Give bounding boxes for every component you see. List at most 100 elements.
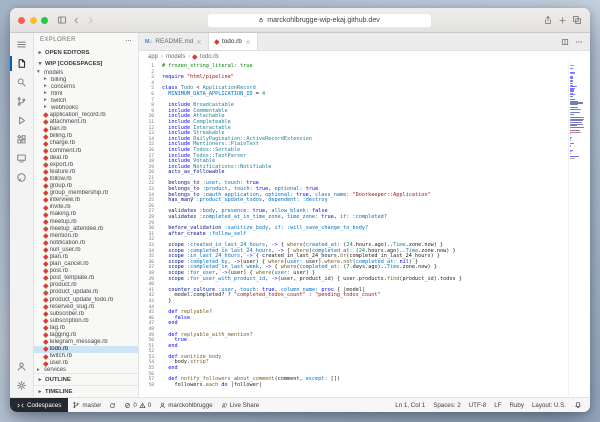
- forward-icon[interactable]: [86, 16, 95, 25]
- activity-search-button[interactable]: [10, 73, 33, 92]
- editor[interactable]: 1234567891011121314151617181920212223242…: [139, 62, 590, 397]
- tree-item-invite-rb[interactable]: invite.rb: [34, 204, 138, 211]
- tree-item-post-rb[interactable]: post.rb: [34, 268, 138, 275]
- views-more-icon[interactable]: [125, 37, 132, 44]
- tree-item-product-update-todo-rb[interactable]: product_update_todo.rb: [34, 296, 138, 303]
- tree-item-tag-rb[interactable]: tag.rb: [34, 324, 138, 331]
- tree-item-product-rb[interactable]: product.rb: [34, 282, 138, 289]
- tree-item-billing[interactable]: ▸billing: [34, 76, 138, 83]
- tree-item-notification-rb[interactable]: notification.rb: [34, 239, 138, 246]
- chevron-right-icon: ▸: [44, 98, 49, 104]
- tab-bar: M↓README.mdtodo.rb: [139, 33, 590, 51]
- tree-item-twitch[interactable]: ▸twitch: [34, 97, 138, 104]
- activity-extensions-button[interactable]: [10, 130, 33, 149]
- tree-item-webhooks[interactable]: ▸webhooks: [34, 104, 138, 111]
- tree-item-plan-rb[interactable]: plan.rb: [34, 253, 138, 260]
- status-keyboard-layout[interactable]: Layout: U.S.: [528, 402, 570, 409]
- status-cursor-position[interactable]: Ln 1, Col 1: [391, 402, 429, 409]
- tree-item-meetup-rb[interactable]: meetup.rb: [34, 218, 138, 225]
- activity-source-control-button[interactable]: [10, 92, 33, 111]
- activity-remote-explorer-button[interactable]: [10, 149, 33, 168]
- timeline-section[interactable]: ▸ TIMELINE: [34, 385, 138, 397]
- tree-item-feature-rb[interactable]: feature.rb: [34, 168, 138, 175]
- status-eol[interactable]: LF: [490, 402, 505, 409]
- new-tab-icon[interactable]: [558, 16, 567, 25]
- branch-status[interactable]: master: [68, 401, 105, 409]
- activity-github-button[interactable]: [10, 168, 33, 187]
- split-editor-icon[interactable]: [561, 38, 569, 46]
- activity-menu-button[interactable]: [10, 35, 33, 54]
- tree-item-billing-rb[interactable]: billing.rb: [34, 133, 138, 140]
- breadcrumb-item-app[interactable]: app: [148, 54, 158, 60]
- tree-item-comment-rb[interactable]: comment.rb: [34, 147, 138, 154]
- tree-item-group-rb[interactable]: group.rb: [34, 183, 138, 190]
- tree-item-deal-rb[interactable]: deal.rb: [34, 154, 138, 161]
- account-status[interactable]: marckohlbrugge: [155, 402, 216, 409]
- tab-overview-icon[interactable]: [572, 15, 582, 25]
- tree-item-tagging-rb[interactable]: tagging.rb: [34, 331, 138, 338]
- zoom-window-button[interactable]: [41, 17, 48, 24]
- tree-item-product-update-rb[interactable]: product_update.rb: [34, 289, 138, 296]
- close-window-button[interactable]: [18, 17, 25, 24]
- outline-section[interactable]: ▸ OUTLINE: [34, 373, 138, 385]
- notifications-bell[interactable]: [570, 401, 586, 409]
- tree-item-models[interactable]: ▾models: [34, 69, 138, 76]
- breadcrumb-item-todo-rb[interactable]: todo.rb: [200, 54, 219, 60]
- problems-status[interactable]: 0 0: [120, 402, 155, 409]
- tree-item-mention-rb[interactable]: mention.rb: [34, 232, 138, 239]
- tree-item-post-template-rb[interactable]: post_template.rb: [34, 275, 138, 282]
- tree-item-todo-rb[interactable]: todo.rb: [34, 346, 138, 353]
- minimize-window-button[interactable]: [30, 17, 37, 24]
- tree-item-twitch-rb[interactable]: twitch.rb: [34, 353, 138, 360]
- ruby-icon: [215, 39, 220, 44]
- activity-run-debug-button[interactable]: [10, 111, 33, 130]
- tree-item-group-membership-rb[interactable]: group_membership.rb: [34, 190, 138, 197]
- tree-item-telegram-message-rb[interactable]: telegram_message.rb: [34, 339, 138, 346]
- workspace-section[interactable]: ▾ WIP [CODESPACES]: [34, 58, 138, 69]
- live-share-status[interactable]: Live Share: [217, 402, 264, 409]
- tree-item-subscriber-rb[interactable]: subscriber.rb: [34, 310, 138, 317]
- status-encoding[interactable]: UTF-8: [465, 402, 491, 409]
- tree-item-user-rb[interactable]: user.rb: [34, 360, 138, 367]
- activity-explorer-button[interactable]: [10, 54, 33, 73]
- status-language-mode[interactable]: Ruby: [505, 402, 527, 409]
- tree-item-ban-rb[interactable]: ban.rb: [34, 126, 138, 133]
- status-indentation[interactable]: Spaces: 2: [429, 402, 465, 409]
- tree-item-attachment-rb[interactable]: attachment.rb: [34, 119, 138, 126]
- tree-item-application-record-rb[interactable]: application_record.rb: [34, 112, 138, 119]
- ruby-file-icon: [43, 283, 48, 288]
- activity-settings-button[interactable]: [10, 376, 33, 395]
- tab-todo-rb[interactable]: todo.rb: [209, 33, 258, 50]
- editor-more-icon[interactable]: [575, 38, 583, 46]
- minimap-line: [570, 158, 575, 159]
- tree-item-html[interactable]: ▸html: [34, 90, 138, 97]
- tree-item-null-user-rb[interactable]: null_user.rb: [34, 246, 138, 253]
- open-editors-section[interactable]: ▸ OPEN EDITORS: [34, 47, 138, 58]
- code-area[interactable]: # frozen_string_literal: true require "h…: [157, 62, 568, 397]
- sidebar-toggle-icon[interactable]: [57, 15, 67, 25]
- tree-item-concerns[interactable]: ▸concerns: [34, 83, 138, 90]
- ruby-file-icon: [43, 247, 48, 252]
- tree-item-follow-rb[interactable]: follow.rb: [34, 175, 138, 182]
- breadcrumb-item-models[interactable]: models: [166, 54, 185, 60]
- back-icon[interactable]: [72, 16, 81, 25]
- tree-item-subscription-rb[interactable]: subscription.rb: [34, 317, 138, 324]
- minimap[interactable]: [568, 62, 590, 397]
- activity-account-button[interactable]: [10, 357, 33, 376]
- close-icon[interactable]: [196, 39, 202, 45]
- tree-item-reserved-slug-rb[interactable]: reserved_slug.rb: [34, 303, 138, 310]
- tree-item-plan-cancel-rb[interactable]: plan_cancel.rb: [34, 261, 138, 268]
- tab-readme-md[interactable]: M↓README.md: [139, 33, 209, 50]
- remote-indicator-button[interactable]: Codespaces: [10, 398, 68, 412]
- close-icon[interactable]: [245, 39, 251, 45]
- remote-icon: [17, 402, 24, 409]
- tree-item-meetup-attendee-rb[interactable]: meetup_attendee.rb: [34, 225, 138, 232]
- sync-status[interactable]: [105, 402, 120, 409]
- tree-item-label: null_user.rb: [50, 247, 81, 253]
- tree-item-charge-rb[interactable]: charge.rb: [34, 140, 138, 147]
- address-bar[interactable]: marckohlbrugge-wip-ekaj.github.dev: [207, 13, 432, 28]
- tree-item-interview-rb[interactable]: interview.rb: [34, 197, 138, 204]
- share-icon[interactable]: [543, 15, 553, 25]
- tree-item-making-rb[interactable]: making.rb: [34, 211, 138, 218]
- tree-item-export-rb[interactable]: export.rb: [34, 161, 138, 168]
